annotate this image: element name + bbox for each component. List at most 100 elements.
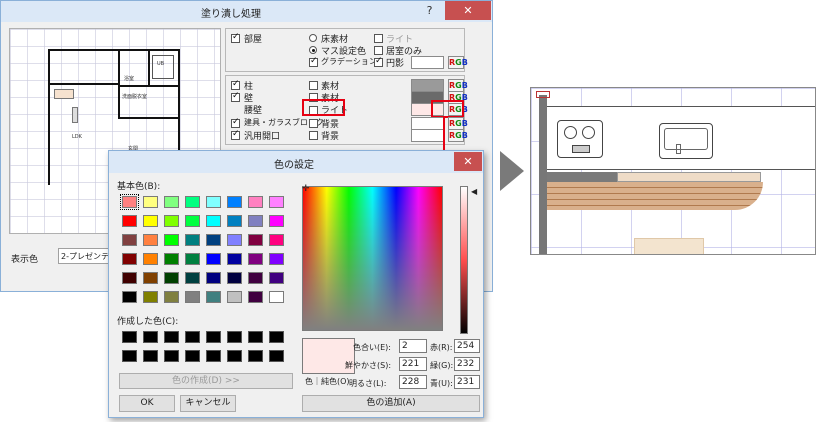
- basic-color-swatch[interactable]: [269, 291, 284, 303]
- basic-color-swatch[interactable]: [227, 196, 242, 208]
- basic-color-swatch[interactable]: [122, 291, 137, 303]
- plan-wall: [118, 117, 178, 119]
- basic-color-swatch[interactable]: [227, 215, 242, 227]
- basic-color-swatch[interactable]: [248, 253, 263, 265]
- basic-color-swatch[interactable]: [164, 196, 179, 208]
- custom-color-swatch[interactable]: [143, 350, 158, 362]
- help-button[interactable]: ?: [417, 1, 442, 20]
- custom-color-swatch[interactable]: [143, 331, 158, 343]
- basic-color-swatch[interactable]: [122, 253, 137, 265]
- custom-color-swatch[interactable]: [206, 350, 221, 362]
- floor-material-radio[interactable]: [309, 34, 317, 42]
- basic-color-swatch[interactable]: [143, 196, 158, 208]
- gradation-label: グラデーション: [321, 57, 377, 66]
- basic-color-swatch[interactable]: [185, 272, 200, 284]
- custom-color-swatch[interactable]: [185, 350, 200, 362]
- red-input[interactable]: 254: [454, 339, 480, 353]
- basic-color-swatch[interactable]: [206, 234, 221, 246]
- pillar-checkbox[interactable]: [231, 79, 240, 90]
- basic-color-swatch[interactable]: [143, 253, 158, 265]
- custom-color-swatch[interactable]: [248, 350, 263, 362]
- basic-color-swatch[interactable]: [269, 272, 284, 284]
- dialog-close-button[interactable]: ✕: [454, 152, 482, 171]
- basic-color-swatch[interactable]: [164, 272, 179, 284]
- custom-color-swatch[interactable]: [122, 350, 137, 362]
- basic-color-swatch[interactable]: [122, 234, 137, 246]
- basic-color-swatch[interactable]: [206, 272, 221, 284]
- define-custom-colors-button[interactable]: 色の作成(D) >>: [119, 373, 293, 389]
- green-input[interactable]: 232: [454, 357, 480, 371]
- basic-color-swatch[interactable]: [143, 291, 158, 303]
- room-only-checkbox[interactable]: [374, 46, 383, 55]
- basic-color-swatch[interactable]: [185, 234, 200, 246]
- stove: [557, 120, 603, 158]
- custom-color-swatch[interactable]: [227, 331, 242, 343]
- custom-color-swatch[interactable]: [248, 331, 263, 343]
- basic-color-swatch[interactable]: [164, 253, 179, 265]
- custom-color-swatch[interactable]: [122, 331, 137, 343]
- opening-bg-checkbox[interactable]: [309, 131, 318, 140]
- custom-color-swatch[interactable]: [227, 350, 242, 362]
- basic-color-swatch[interactable]: [227, 291, 242, 303]
- fittings-bg-checkbox[interactable]: [309, 119, 318, 128]
- close-button[interactable]: ✕: [445, 1, 491, 20]
- basic-color-swatch[interactable]: [122, 272, 137, 284]
- basic-color-swatch[interactable]: [206, 215, 221, 227]
- basic-color-swatch[interactable]: [143, 272, 158, 284]
- basic-color-swatch[interactable]: [248, 234, 263, 246]
- basic-color-swatch[interactable]: [143, 215, 158, 227]
- custom-color-swatch[interactable]: [206, 331, 221, 343]
- room-checkbox[interactable]: [231, 32, 240, 43]
- gradation-checkbox[interactable]: [309, 56, 318, 67]
- basic-color-swatch[interactable]: [122, 215, 137, 227]
- custom-color-swatch[interactable]: [185, 331, 200, 343]
- basic-color-swatch[interactable]: [185, 215, 200, 227]
- cancel-button[interactable]: キャンセル: [180, 395, 236, 412]
- basic-color-swatch[interactable]: [269, 196, 284, 208]
- basic-color-swatch[interactable]: [164, 215, 179, 227]
- wall-checkbox[interactable]: [231, 91, 240, 102]
- basic-color-swatch[interactable]: [269, 253, 284, 265]
- basic-color-swatch[interactable]: [227, 253, 242, 265]
- basic-color-swatch[interactable]: [248, 196, 263, 208]
- basic-color-swatch[interactable]: [164, 291, 179, 303]
- custom-color-swatch[interactable]: [164, 331, 179, 343]
- blue-input[interactable]: 231: [454, 375, 480, 389]
- light-checkbox[interactable]: [374, 34, 383, 43]
- add-to-custom-colors-button[interactable]: 色の追加(A): [302, 395, 480, 412]
- basic-color-swatch[interactable]: [164, 234, 179, 246]
- custom-color-swatch[interactable]: [269, 331, 284, 343]
- basic-color-swatch[interactable]: [206, 196, 221, 208]
- saturation-input[interactable]: 221: [399, 357, 427, 371]
- hue-input[interactable]: 2: [399, 339, 427, 353]
- opening-checkbox[interactable]: [231, 129, 240, 140]
- luminance-slider[interactable]: [460, 186, 468, 334]
- basic-color-swatch[interactable]: [227, 272, 242, 284]
- basic-color-swatch[interactable]: [120, 194, 139, 210]
- shadow-rgb-button[interactable]: RGB: [448, 56, 468, 69]
- pillar-material-checkbox[interactable]: [309, 81, 318, 90]
- luminance-arrow-icon[interactable]: ◀: [471, 187, 477, 196]
- basic-color-swatch[interactable]: [248, 291, 263, 303]
- shadow-checkbox[interactable]: [374, 56, 383, 67]
- dialog-title-bar: 色の設定 ✕: [109, 151, 483, 173]
- basic-color-swatch[interactable]: [269, 215, 284, 227]
- opening-rgb-button[interactable]: RGB: [448, 129, 468, 142]
- basic-color-swatch[interactable]: [185, 196, 200, 208]
- basic-color-swatch[interactable]: [269, 234, 284, 246]
- basic-color-swatch[interactable]: [206, 253, 221, 265]
- fittings-checkbox[interactable]: [231, 117, 240, 128]
- basic-color-swatch[interactable]: [227, 234, 242, 246]
- basic-color-swatch[interactable]: [143, 234, 158, 246]
- basic-color-swatch[interactable]: [185, 253, 200, 265]
- color-spectrum[interactable]: [302, 186, 443, 331]
- basic-color-swatch[interactable]: [206, 291, 221, 303]
- basic-color-swatch[interactable]: [248, 215, 263, 227]
- basic-color-swatch[interactable]: [185, 291, 200, 303]
- brightness-input[interactable]: 228: [399, 375, 427, 389]
- basic-color-swatch[interactable]: [248, 272, 263, 284]
- custom-color-swatch[interactable]: [269, 350, 284, 362]
- custom-color-swatch[interactable]: [164, 350, 179, 362]
- ok-button[interactable]: OK: [119, 395, 175, 412]
- grid-color-radio[interactable]: [309, 46, 317, 54]
